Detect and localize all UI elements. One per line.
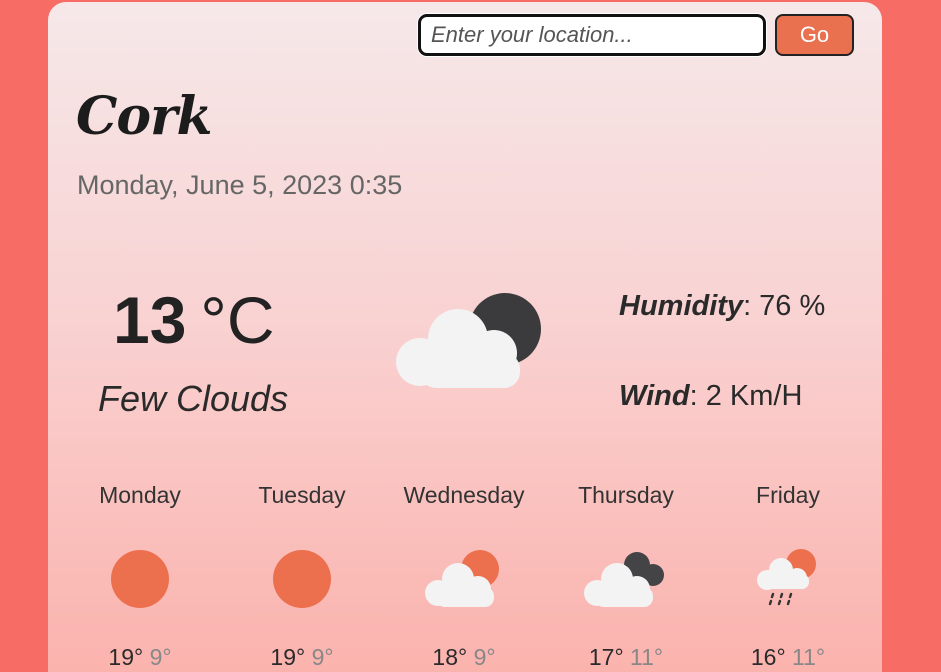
wind-detail: Wind: 2 Km/H [619, 380, 802, 413]
forecast-low: 11° [792, 644, 826, 670]
wind-value: : 2 Km/H [689, 380, 803, 412]
forecast-low: 11° [630, 644, 664, 670]
date-time: Monday, June 5, 2023 0:35 [77, 170, 403, 200]
forecast-temps: 19° 9° [65, 644, 215, 671]
sun-icon [111, 550, 169, 608]
forecast-day: Monday 19° 9° [65, 482, 215, 671]
forecast-row: Monday 19° 9° Tuesday 19° 9° Wednesday 1… [48, 482, 882, 672]
weather-description: Few Clouds [98, 378, 289, 419]
forecast-high: 16° [750, 644, 786, 670]
sun-icon [273, 550, 331, 608]
forecast-low: 9° [149, 644, 172, 670]
forecast-temps: 19° 9° [227, 644, 377, 671]
forecast-day: Thursday 17° 11° [551, 482, 701, 671]
forecast-low: 9° [473, 644, 496, 670]
forecast-day-name: Thursday [578, 482, 674, 508]
current-temperature: 13 °C [113, 282, 274, 358]
wind-label: Wind [619, 380, 690, 412]
forecast-high: 17° [588, 644, 624, 670]
forecast-day: Wednesday 18° 9° [389, 482, 539, 671]
rain-sun-icon [757, 549, 816, 606]
forecast-day-name: Wednesday [403, 482, 525, 508]
few-clouds-night-icon [396, 293, 541, 388]
dark-clouds-icon [584, 552, 664, 607]
forecast-temps: 18° 9° [389, 644, 539, 671]
forecast-temps: 17° 11° [551, 644, 701, 671]
forecast-high: 19° [108, 644, 144, 670]
forecast-day: Friday 16° 11° [713, 482, 863, 671]
temperature-unit: °C [200, 283, 275, 357]
temperature-value: 13 [113, 283, 187, 357]
humidity-value: : 76 % [743, 290, 826, 322]
forecast-day-name: Friday [756, 482, 820, 508]
forecast-temps: 16° 11° [713, 644, 863, 671]
forecast-high: 18° [432, 644, 468, 670]
location-search-input[interactable] [418, 14, 766, 56]
forecast-day-name: Monday [99, 482, 181, 508]
cloud-sun-icon [425, 550, 499, 607]
go-button[interactable]: Go [775, 14, 854, 56]
forecast-high: 19° [270, 644, 306, 670]
weather-card: Go Cork Monday, June 5, 2023 0:35 13°C F… [48, 2, 882, 672]
humidity-detail: Humidity: 76 % [619, 290, 825, 323]
forecast-day: Tuesday 19° 9° [227, 482, 377, 671]
forecast-day-name: Tuesday [258, 482, 346, 508]
humidity-label: Humidity [619, 290, 744, 322]
forecast-low: 9° [311, 644, 334, 670]
city-name: Cork [76, 86, 212, 147]
